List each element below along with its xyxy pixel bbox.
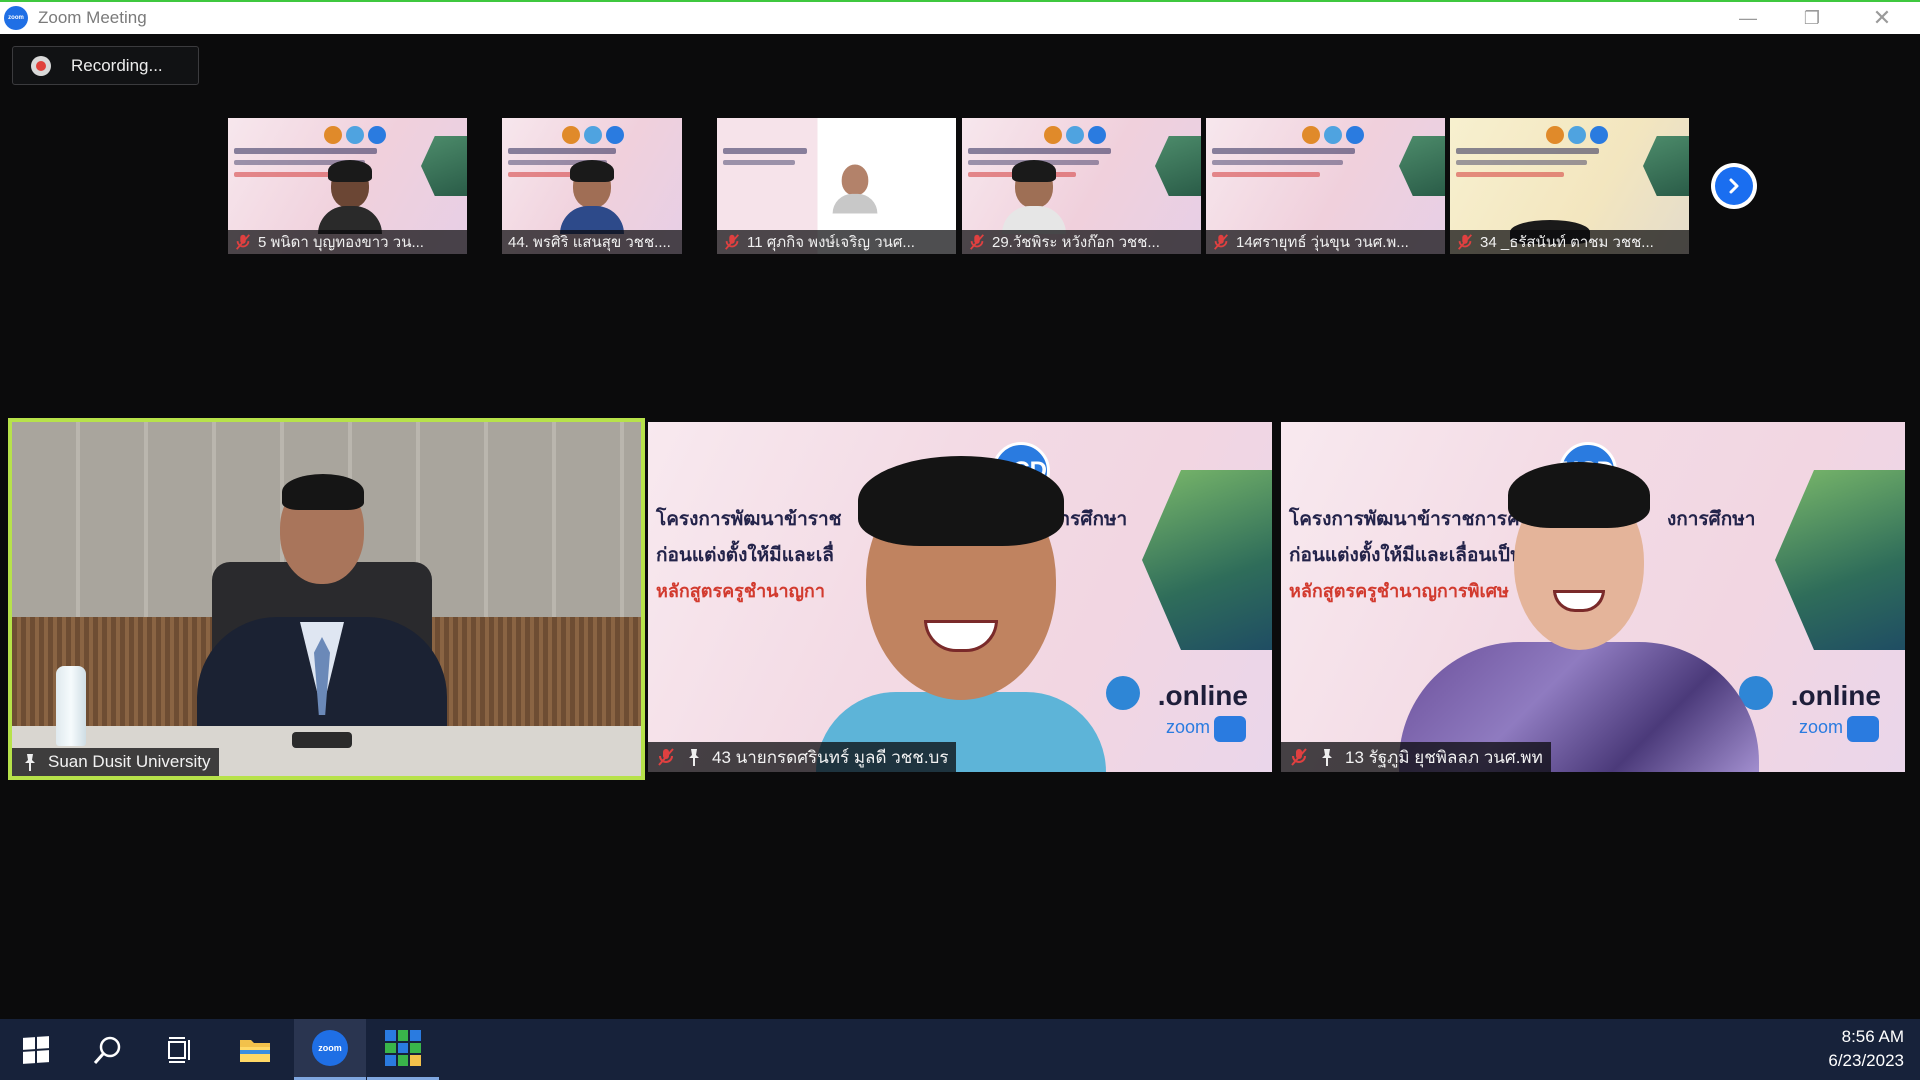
thumbnail-tile[interactable]: 34 _ธรัสนันท์ ตาชม วชช... [1450, 118, 1689, 254]
file-explorer-button[interactable] [219, 1019, 291, 1080]
close-button[interactable]: ✕ [1852, 2, 1912, 34]
online-label: .online [1157, 680, 1248, 711]
mic-muted-icon [1291, 748, 1307, 766]
chevron-right-icon [1729, 178, 1739, 194]
recording-indicator[interactable]: Recording... [12, 46, 199, 85]
thumbnail-tile[interactable]: 44. พรศิริ แสนสุข วชช.... [502, 118, 682, 254]
participant-name: 14ศรายุทธ์ วุ่นขุน วนศ.พ... [1236, 234, 1409, 251]
participant-name: Suan Dusit University [48, 752, 211, 771]
app-tiles-icon [385, 1030, 421, 1066]
participant-name: 29.วัชพิระ หวังก๊อก วชช... [992, 234, 1160, 251]
zoom-icon: zoom [312, 1030, 348, 1066]
mic-muted-icon [658, 748, 674, 766]
task-view-button[interactable] [144, 1019, 216, 1080]
participant-name: 43 นายกรดศรินทร์ มูลดี วชช.บร [712, 747, 949, 767]
clock-time: 8:56 AM [1841, 1027, 1904, 1046]
video-tile[interactable]: HCD โครงการพัฒนาข้าราชการครู งการศึกษา ก… [1281, 422, 1905, 772]
zoom-taskbar-button[interactable]: zoom [294, 1019, 366, 1080]
slide-title: โครงการพัฒนาข้าราช [656, 508, 842, 530]
windows-taskbar: zoom 8:56 AM 6/23/2023 [0, 1019, 1920, 1080]
desk-microphone [292, 732, 352, 748]
mic-muted-icon [236, 234, 250, 250]
participant-name: 34 _ธรัสนันท์ ตาชม วชช... [1480, 234, 1654, 251]
slide-subtitle: ก่อนแต่งตั้งให้มีและเลื่ [656, 544, 834, 566]
search-button[interactable] [72, 1019, 144, 1080]
pin-icon [689, 749, 699, 766]
mic-muted-icon [970, 234, 984, 250]
task-view-icon [168, 1036, 190, 1063]
clock-date: 6/23/2023 [1828, 1051, 1904, 1070]
recording-label: Recording... [71, 55, 163, 75]
globe-icon [1106, 676, 1140, 710]
thumbnail-tile[interactable]: 14ศรายุทธ์ วุ่นขุน วนศ.พ... [1206, 118, 1445, 254]
thumbnail-tile[interactable]: 11 ศุภกิจ พงษ์เจริญ วนศ... [717, 118, 956, 254]
participant-name: 11 ศุภกิจ พงษ์เจริญ วนศ... [747, 234, 915, 251]
water-bottle [56, 666, 86, 746]
zoom-label: zoom [1798, 717, 1843, 737]
folder-icon [240, 1039, 270, 1062]
mic-muted-icon [1458, 234, 1472, 250]
search-icon [93, 1036, 121, 1064]
minimize-button[interactable]: — [1718, 2, 1778, 34]
start-button[interactable] [0, 1019, 72, 1080]
system-clock[interactable]: 8:56 AM 6/23/2023 [1828, 1025, 1904, 1073]
pin-icon [1322, 749, 1332, 766]
video-tile[interactable]: HCD โครงการพัฒนาข้าราช การศึกษา ก่อนแต่ง… [648, 422, 1272, 772]
slide-course: หลักสูตรครูชำนาญกา [656, 581, 825, 602]
record-icon [31, 55, 51, 76]
window-titlebar: zoom Zoom Meeting — ❐ ✕ [0, 0, 1920, 34]
app-tiles-button[interactable] [367, 1019, 439, 1080]
restore-button[interactable]: ❐ [1782, 2, 1842, 34]
mic-muted-icon [1214, 234, 1228, 250]
zoom-label: zoom [1165, 717, 1210, 737]
thumbnail-tile[interactable]: 29.วัชพิระ หวังก๊อก วชช... [962, 118, 1201, 254]
pin-icon [25, 754, 35, 771]
zoom-app-icon: zoom [4, 6, 28, 30]
thumbnail-tile[interactable]: 5 พนิดา บุญทองขาว วน... [228, 118, 467, 254]
participant-name: 13 รัฐภูมิ ยุชพิลลภ วนศ.พท [1345, 747, 1543, 767]
windows-logo-icon [23, 1035, 49, 1064]
participant-name: 5 พนิดา บุญทองขาว วน... [258, 234, 424, 251]
participant-name: 44. พรศิริ แสนสุข วชช.... [508, 234, 671, 251]
window-title: Zoom Meeting [38, 8, 147, 27]
video-camera-icon [1847, 716, 1879, 742]
active-speaker-tile[interactable]: Suan Dusit University [8, 418, 645, 780]
mic-muted-icon [725, 234, 739, 250]
online-label: .online [1790, 680, 1881, 711]
next-page-button[interactable] [1711, 163, 1757, 209]
video-camera-icon [1214, 716, 1246, 742]
